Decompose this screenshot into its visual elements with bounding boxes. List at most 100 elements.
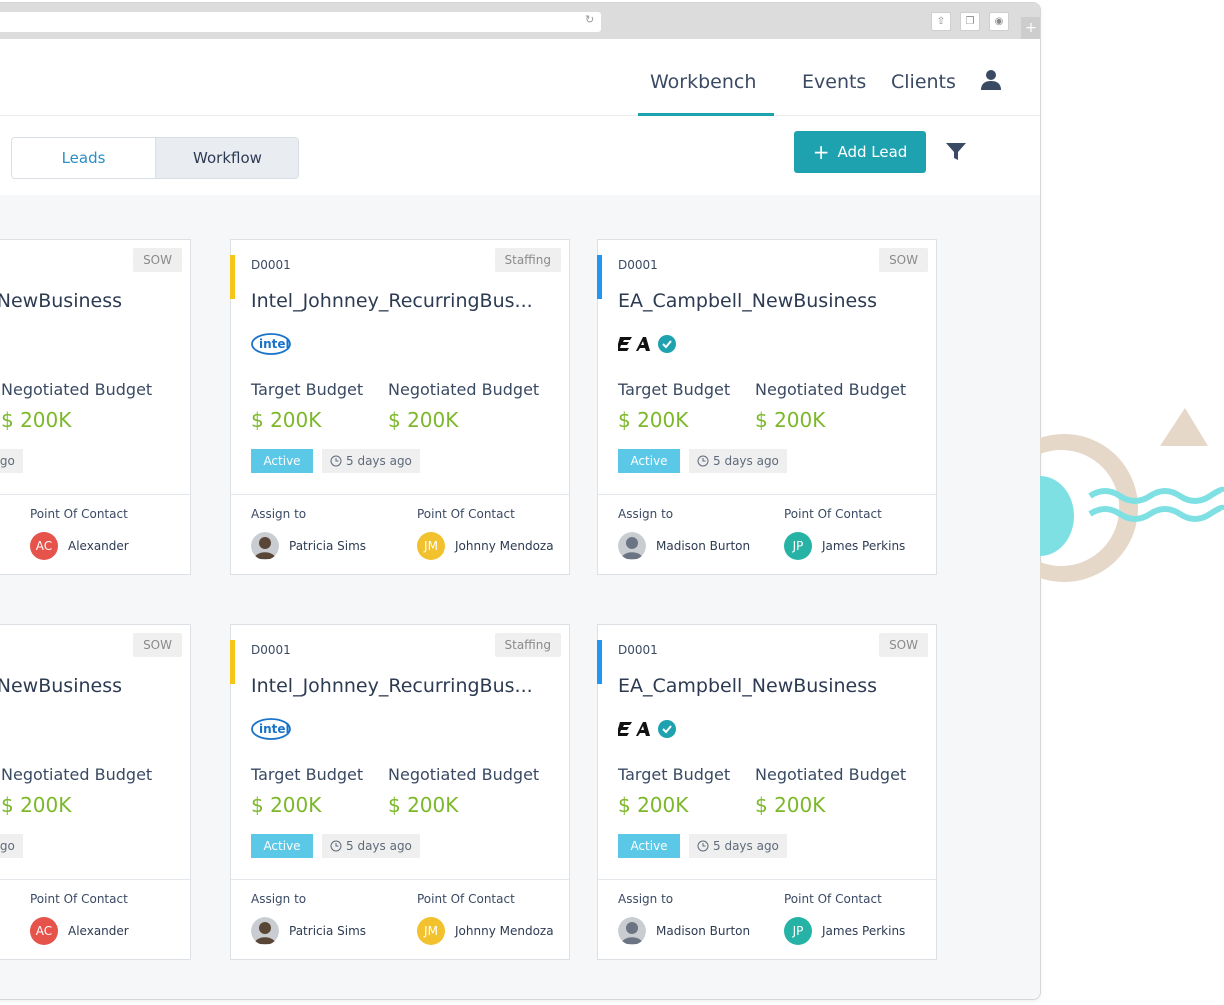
target-budget-value: $ 200K (618, 793, 689, 817)
reload-icon[interactable]: ↻ (585, 13, 594, 26)
negotiated-budget-label: Negotiated Budget (1, 380, 153, 399)
time-ago-text: 5 days ago (346, 839, 412, 853)
negotiated-budget-value: $ 200K (1, 408, 72, 432)
client-logo (616, 717, 678, 741)
target-budget-value: $ 200K (251, 793, 322, 817)
assign-to-label: Assign to (618, 507, 674, 521)
avatar: AC (30, 917, 58, 945)
lead-card[interactable]: D0001 Staffing Intel_Johnney_RecurringBus.… (230, 239, 570, 575)
point-of-contact[interactable]: JM Johnny Mendoza (417, 531, 554, 561)
clock-icon (697, 455, 709, 467)
avatar-photo-icon (618, 917, 646, 945)
assign-to-label: Assign to (251, 507, 307, 521)
avatar: JM (417, 532, 445, 560)
negotiated-budget-value: $ 200K (755, 793, 826, 817)
negotiated-budget-label: Negotiated Budget (755, 380, 907, 399)
lead-card[interactable]: SOW l_NewBusiness Negotiated Budget $ 200K a… (0, 624, 191, 960)
time-ago-badge: ays ago (0, 834, 23, 858)
target-budget-label: Target Budget (251, 380, 364, 399)
card-divider (231, 494, 569, 495)
lead-title[interactable]: Intel_Johnney_RecurringBus... (251, 675, 533, 697)
target-budget-label: Target Budget (618, 765, 731, 784)
point-of-contact-label: Point Of Contact (784, 892, 882, 906)
status-badge: Active (251, 449, 313, 473)
assignee-name: Madison Burton (656, 924, 751, 938)
avatar: JP (784, 532, 812, 560)
tab-workflow[interactable]: Workflow (155, 138, 298, 178)
negotiated-budget-label: Negotiated Budget (388, 765, 540, 784)
assignee[interactable]: Madison Burton (618, 531, 750, 561)
time-ago-text: 5 days ago (713, 454, 779, 468)
point-of-contact[interactable]: JP James Perkins (784, 916, 905, 946)
avatar-photo-icon (251, 917, 279, 945)
negotiated-budget-value: $ 200K (1, 793, 72, 817)
time-ago-text: 5 days ago (346, 454, 412, 468)
assignee[interactable]: Madison Burton (618, 916, 750, 946)
lead-code: D0001 (251, 643, 291, 657)
contact-name: Johnny Mendoza (455, 924, 554, 938)
card-divider (0, 494, 190, 495)
user-icon[interactable] (979, 68, 1003, 92)
lead-title[interactable]: Intel_Johnney_RecurringBus... (251, 290, 533, 312)
point-of-contact[interactable]: AC Alexander (30, 916, 129, 946)
target-budget-label: Target Budget (251, 765, 364, 784)
contact-name: James Perkins (822, 539, 906, 553)
tabs-icon[interactable]: ❐ (960, 12, 980, 31)
point-of-contact[interactable]: AC Alexander (30, 531, 129, 561)
avatar-photo-icon (618, 532, 646, 560)
clock-icon (330, 840, 342, 852)
add-lead-label: Add Lead (837, 143, 908, 161)
decorative-graphic (1040, 408, 1224, 582)
avatar (618, 917, 646, 945)
lead-type-tag: Staffing (494, 248, 561, 272)
card-divider (231, 879, 569, 880)
negotiated-budget-value: $ 200K (388, 793, 459, 817)
point-of-contact[interactable]: JM Johnny Mendoza (417, 916, 554, 946)
nav-clients[interactable]: Clients (891, 71, 956, 93)
browser-chrome: ↻ ⇧ ❐ ◉ + (0, 3, 1040, 39)
clock-icon (330, 455, 342, 467)
lead-title[interactable]: l_NewBusiness (0, 290, 122, 312)
assignee[interactable]: Patricia Sims (251, 531, 366, 561)
toolbar: Leads Workflow + Add Lead (0, 116, 1040, 195)
time-ago-badge: 5 days ago (689, 449, 787, 473)
lead-card[interactable]: D0001 SOW EA_Campbell_NewBusiness Target Bu… (597, 624, 937, 960)
top-nav: Workbench Events Clients (0, 39, 1040, 116)
nav-events[interactable]: Events (802, 71, 866, 93)
ea-logo-icon (616, 720, 676, 738)
lead-title[interactable]: l_NewBusiness (0, 675, 122, 697)
time-ago-text: ays ago (0, 454, 15, 468)
nav-workbench[interactable]: Workbench (650, 71, 756, 93)
svg-text:intel: intel (259, 722, 290, 736)
download-icon[interactable]: ◉ (989, 12, 1009, 31)
contact-name: James Perkins (822, 924, 906, 938)
negotiated-budget-label: Negotiated Budget (755, 765, 907, 784)
point-of-contact[interactable]: JP James Perkins (784, 531, 905, 561)
lead-type-tag: Staffing (494, 633, 561, 657)
lead-card[interactable]: D0001 SOW EA_Campbell_NewBusiness Target Bu… (597, 239, 937, 575)
lead-title[interactable]: EA_Campbell_NewBusiness (618, 675, 877, 697)
avatar (618, 532, 646, 560)
negotiated-budget-label: Negotiated Budget (1, 765, 153, 784)
add-lead-button[interactable]: + Add Lead (794, 131, 926, 173)
avatar: JM (417, 917, 445, 945)
share-icon[interactable]: ⇧ (931, 12, 951, 31)
target-budget-value: $ 200K (618, 408, 689, 432)
filter-icon[interactable] (946, 143, 966, 161)
assignee[interactable]: Patricia Sims (251, 916, 366, 946)
tab-leads[interactable]: Leads (12, 138, 155, 178)
address-bar[interactable] (0, 12, 601, 32)
client-logo: intel (251, 332, 295, 356)
lead-card[interactable]: SOW l_NewBusiness Negotiated Budget $ 200K a… (0, 239, 191, 575)
target-budget-label: Target Budget (618, 380, 731, 399)
lead-title[interactable]: EA_Campbell_NewBusiness (618, 290, 877, 312)
lead-card[interactable]: D0001 Staffing Intel_Johnney_RecurringBus.… (230, 624, 570, 960)
negotiated-budget-value: $ 200K (755, 408, 826, 432)
status-badge: Active (618, 449, 680, 473)
client-logo (616, 332, 678, 356)
contact-name: Alexander (68, 539, 129, 553)
new-tab-icon[interactable]: + (1021, 17, 1040, 39)
time-ago-badge: 5 days ago (689, 834, 787, 858)
time-ago-text: 5 days ago (713, 839, 779, 853)
card-accent-bar (230, 640, 235, 684)
